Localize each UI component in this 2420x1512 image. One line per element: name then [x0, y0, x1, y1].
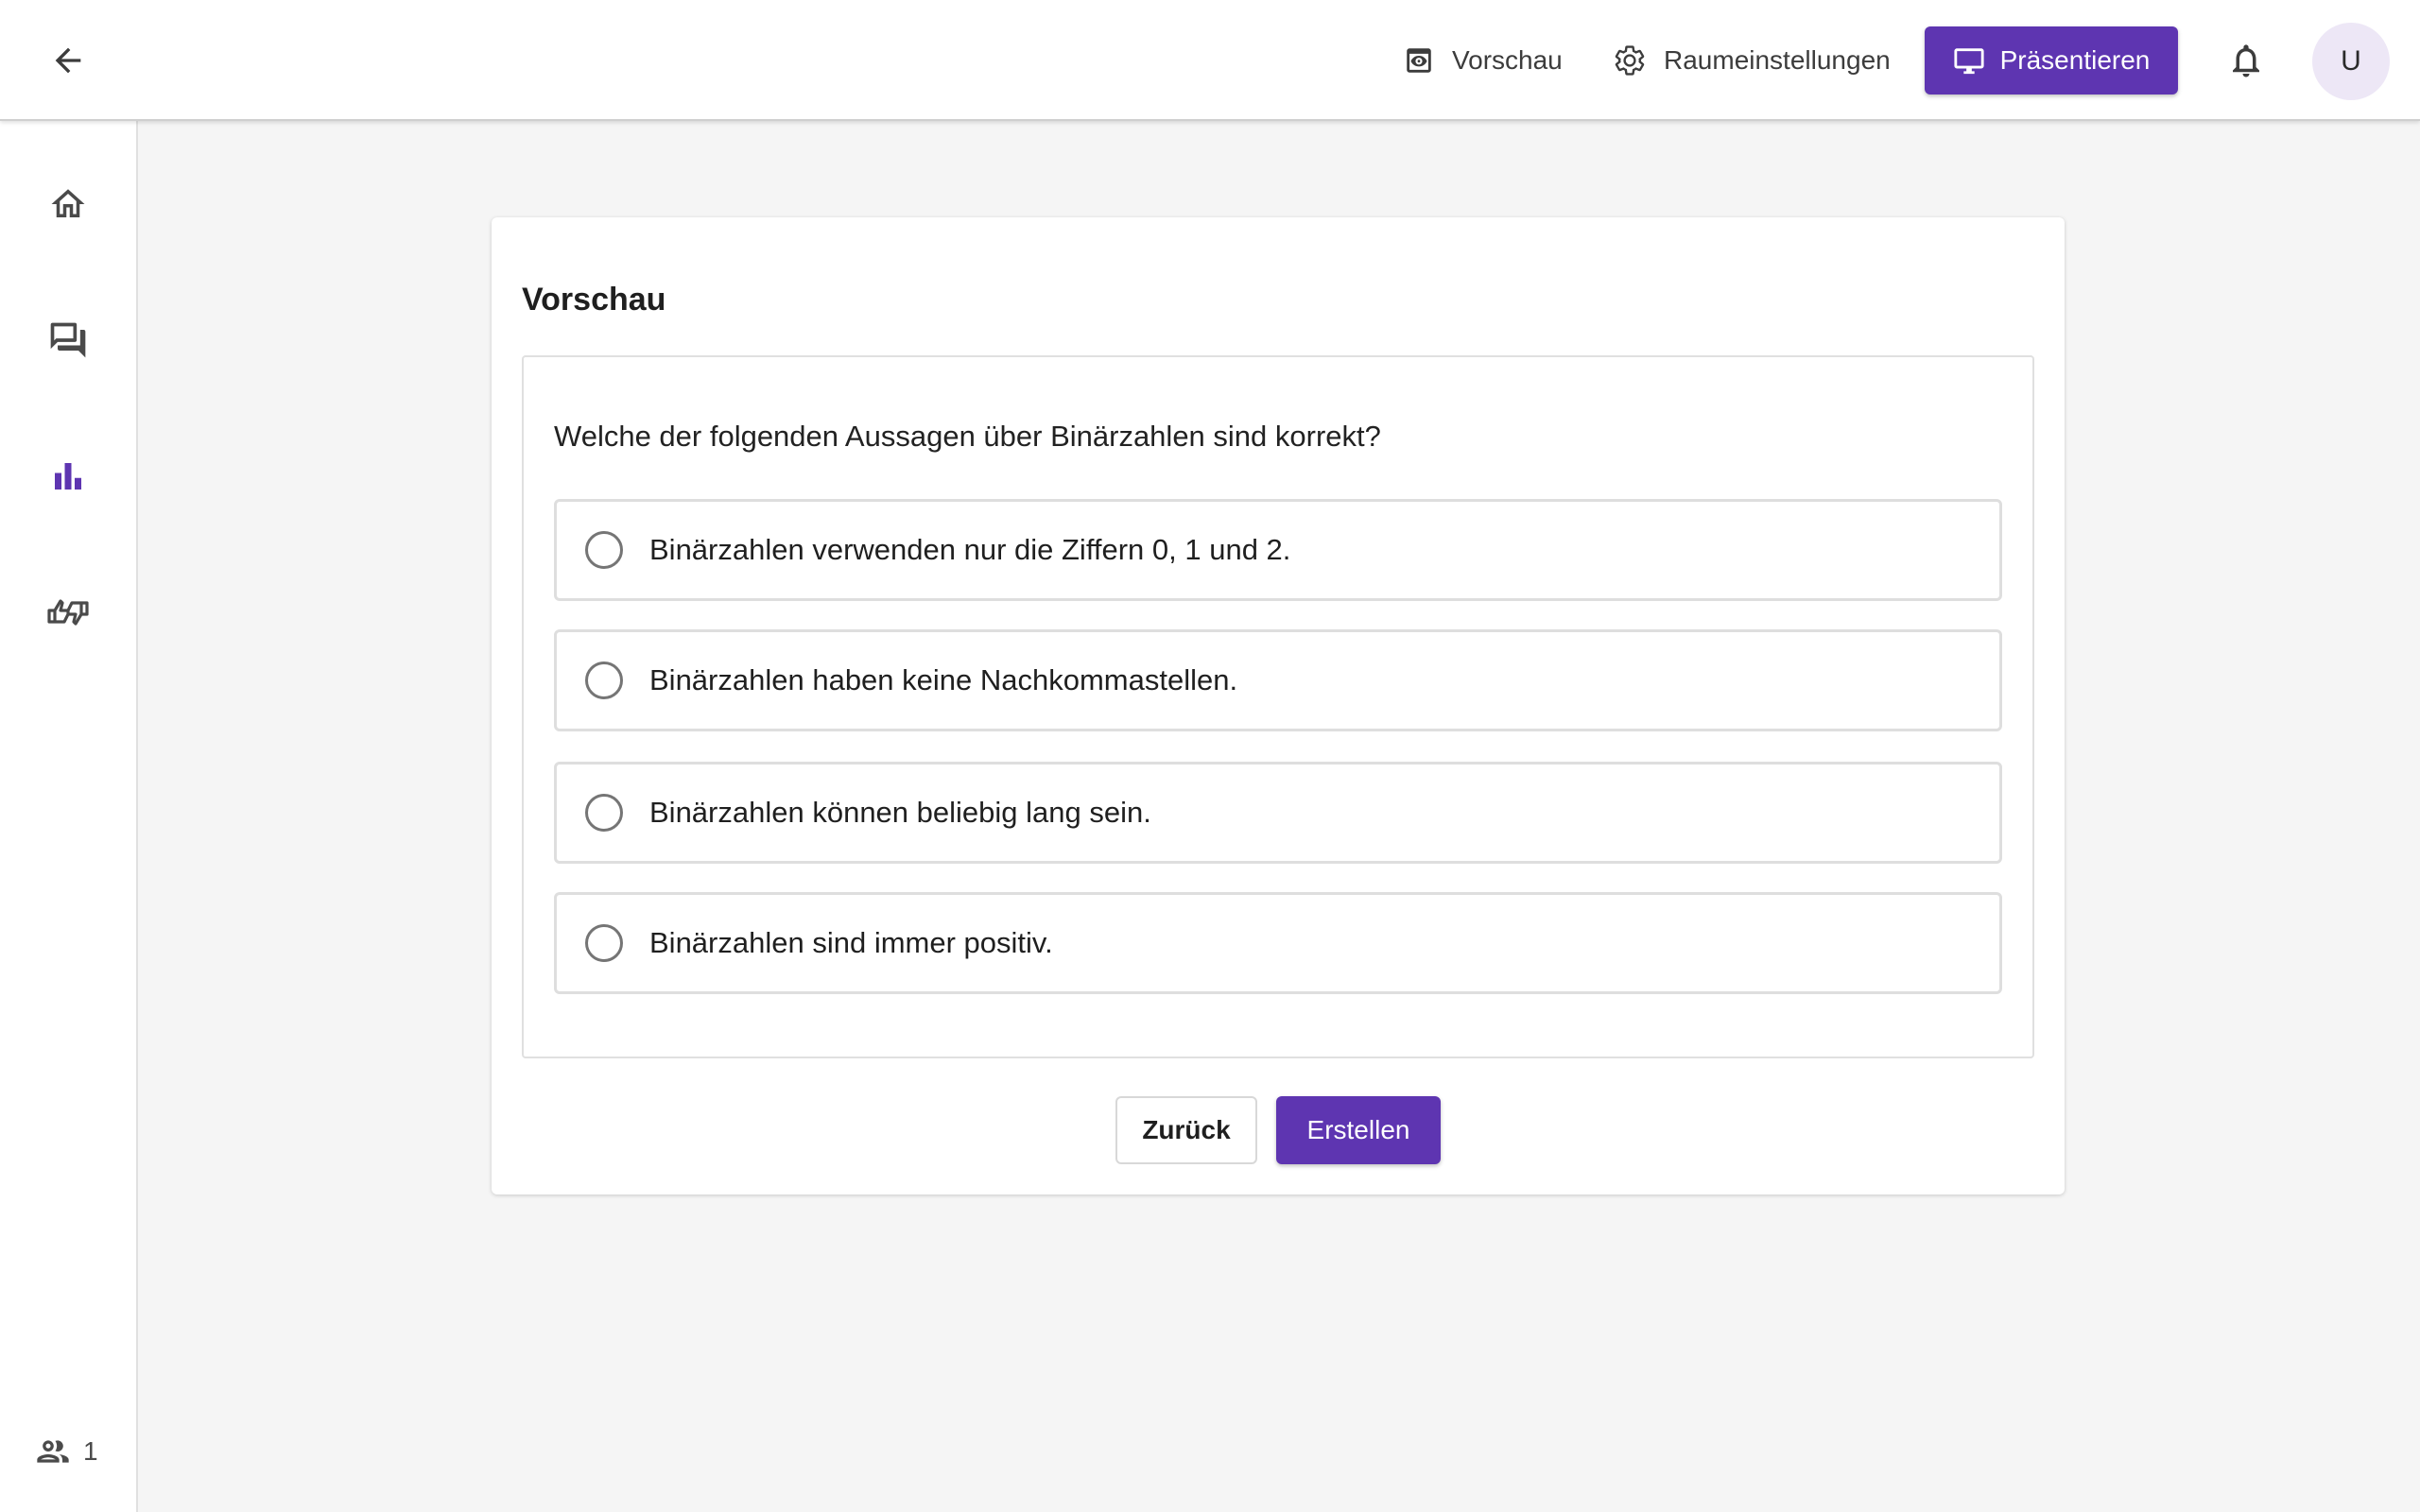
sidebar-item-feedback[interactable] — [30, 575, 106, 650]
radio-button[interactable] — [585, 531, 623, 569]
answer-option-label: Binärzahlen können beliebig lang sein. — [649, 796, 1151, 829]
participant-count: 1 — [83, 1436, 98, 1466]
thumbs-icon — [47, 599, 89, 626]
gear-icon — [1615, 45, 1645, 76]
forum-icon — [50, 322, 86, 358]
preview-card: Vorschau Welche der folgenden Aussagen ü… — [492, 217, 2065, 1194]
create-button[interactable]: Erstellen — [1276, 1096, 1441, 1164]
sidebar-item-surveys[interactable] — [30, 438, 106, 514]
radio-button[interactable] — [585, 662, 623, 699]
notifications-button[interactable] — [2216, 30, 2276, 91]
card-title: Vorschau — [522, 282, 666, 318]
question-text: Welche der folgenden Aussagen über Binär… — [554, 420, 1381, 453]
participant-counter: 1 — [32, 1433, 98, 1470]
home-icon — [51, 189, 85, 217]
radio-button[interactable] — [585, 794, 623, 832]
preview-button[interactable]: Vorschau — [1403, 28, 1563, 93]
arrow-left-icon — [55, 47, 81, 74]
answer-option-label: Binärzahlen sind immer positiv. — [649, 926, 1053, 959]
room-settings-button[interactable]: Raumeinstellungen — [1613, 28, 1891, 93]
sidebar-item-home[interactable] — [30, 166, 106, 242]
answer-option[interactable]: Binärzahlen sind immer positiv. — [554, 892, 2002, 994]
answer-option[interactable]: Binärzahlen verwenden nur die Ziffern 0,… — [554, 499, 2002, 601]
avatar-initial: U — [2341, 45, 2361, 77]
user-avatar[interactable]: U — [2312, 23, 2390, 100]
sidebar: 1 — [0, 121, 138, 1512]
present-button[interactable]: Präsentieren — [1925, 26, 2178, 94]
people-icon — [37, 1440, 69, 1463]
present-label: Präsentieren — [1999, 45, 2151, 75]
room-settings-label: Raumeinstellungen — [1664, 45, 1891, 75]
radio-button[interactable] — [585, 924, 623, 962]
bell-icon — [2233, 44, 2259, 77]
answer-option[interactable]: Binärzahlen können beliebig lang sein. — [554, 762, 2002, 864]
preview-label: Vorschau — [1452, 45, 1563, 75]
back-step-button[interactable]: Zurück — [1115, 1096, 1257, 1164]
monitor-icon — [1954, 48, 1984, 75]
answer-option-label: Binärzahlen verwenden nur die Ziffern 0,… — [649, 533, 1291, 566]
bar-chart-icon — [55, 463, 81, 490]
answer-option[interactable]: Binärzahlen haben keine Nachkommastellen… — [554, 629, 2002, 731]
sidebar-item-questions[interactable] — [30, 302, 106, 378]
question-preview: Welche der folgenden Aussagen über Binär… — [522, 355, 2034, 1058]
top-app-bar: Vorschau Raumeinstellungen Präsentieren … — [0, 0, 2420, 121]
preview-icon — [1407, 48, 1431, 73]
back-button[interactable] — [38, 30, 98, 91]
answer-option-label: Binärzahlen haben keine Nachkommastellen… — [649, 663, 1238, 696]
